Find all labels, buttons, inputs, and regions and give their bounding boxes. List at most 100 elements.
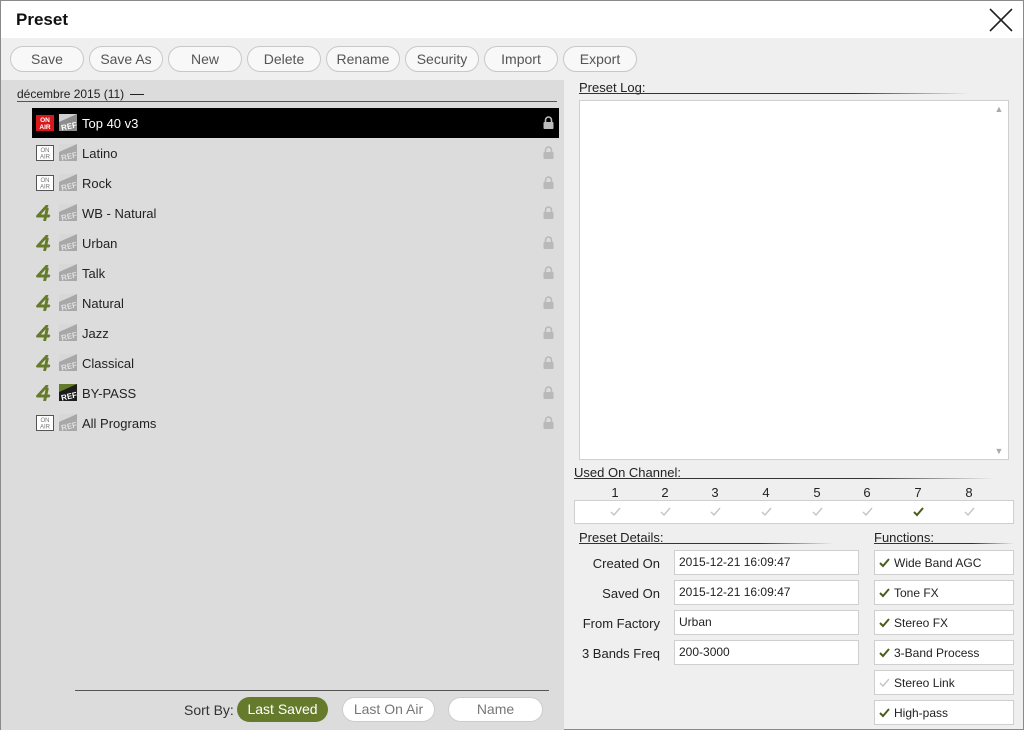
detail-value-field[interactable]: Urban <box>674 610 859 635</box>
reference-icon[interactable]: REF <box>59 384 78 403</box>
channel-check-icon[interactable] <box>705 505 725 517</box>
channel-check-icon[interactable] <box>605 505 625 517</box>
reference-icon[interactable]: REF <box>59 114 78 133</box>
channel-check-icon[interactable] <box>655 505 675 517</box>
preset-row[interactable]: REF Jazz <box>32 318 559 348</box>
preset-name: Natural <box>82 296 124 311</box>
preset-name: Latino <box>82 146 118 161</box>
preset-log-textarea[interactable]: ▲ ▼ <box>579 100 1009 460</box>
channel-check-icon[interactable] <box>807 505 827 517</box>
reference-icon[interactable]: REF <box>59 354 78 373</box>
preset-name: Urban <box>82 236 118 251</box>
lock-icon[interactable] <box>543 296 554 309</box>
preset-row[interactable]: REF BY-PASS <box>32 378 559 408</box>
function-checkbox[interactable]: Tone FX <box>874 580 1014 605</box>
preset-row[interactable]: REF Classical <box>32 348 559 378</box>
reference-icon[interactable]: REF <box>59 234 78 253</box>
lock-icon[interactable] <box>543 416 554 429</box>
function-checkbox[interactable]: Wide Band AGC <box>874 550 1014 575</box>
function-checkbox[interactable]: 3-Band Process <box>874 640 1014 665</box>
preset-row[interactable]: REF Natural <box>32 288 559 318</box>
on-air-inactive-icon: ON AIR <box>36 175 54 191</box>
channel-number: 5 <box>813 485 821 500</box>
reference-icon[interactable]: REF <box>59 264 78 283</box>
channel-check-icon[interactable] <box>857 505 877 517</box>
save-as-button[interactable]: Save As <box>89 46 163 72</box>
function-label: High-pass <box>894 706 949 720</box>
import-button[interactable]: Import <box>484 46 558 72</box>
lock-icon[interactable] <box>543 236 554 249</box>
sort-last-on-air-button[interactable]: Last On Air <box>342 697 435 722</box>
factory-preset-icon <box>36 294 54 312</box>
channel-number: 4 <box>762 485 770 500</box>
scroll-down-icon[interactable]: ▼ <box>994 447 1004 456</box>
lock-icon[interactable] <box>543 356 554 369</box>
divider <box>17 101 557 102</box>
check-icon <box>879 587 890 598</box>
preset-row[interactable]: REF Talk <box>32 258 559 288</box>
save-button[interactable]: Save <box>10 46 84 72</box>
svg-text:ON: ON <box>41 178 50 184</box>
divider <box>579 93 969 94</box>
reference-icon[interactable]: REF <box>59 144 78 163</box>
close-button[interactable] <box>987 6 1015 34</box>
lock-icon[interactable] <box>543 206 554 219</box>
detail-value-field[interactable]: 200-3000 <box>674 640 859 665</box>
rename-button[interactable]: Rename <box>326 46 400 72</box>
lock-icon[interactable] <box>543 326 554 339</box>
delete-button[interactable]: Delete <box>247 46 321 72</box>
lock-icon[interactable] <box>543 266 554 279</box>
channel-check-icon[interactable] <box>756 505 776 517</box>
reference-icon[interactable]: REF <box>59 324 78 343</box>
preset-row[interactable]: ON AIR REF Rock <box>32 168 559 198</box>
channel-check-icon[interactable] <box>908 505 928 517</box>
divider <box>75 690 549 691</box>
preset-name: BY-PASS <box>82 386 137 401</box>
preset-list: ON AIR REF Top 40 v3 ON AIR REF Latino ON AIR REF R… <box>32 108 559 438</box>
function-label: Tone FX <box>894 586 939 600</box>
lock-icon[interactable] <box>543 386 554 399</box>
lock-icon[interactable] <box>543 146 554 159</box>
function-label: 3-Band Process <box>894 646 980 660</box>
divider <box>874 543 1014 544</box>
function-checkbox[interactable]: Stereo FX <box>874 610 1014 635</box>
sort-name-button[interactable]: Name <box>448 697 543 722</box>
preset-row[interactable]: ON AIR REF Latino <box>32 138 559 168</box>
sort-last-saved-button[interactable]: Last Saved <box>237 697 328 722</box>
preset-row[interactable]: REF WB - Natural <box>32 198 559 228</box>
preset-row[interactable]: ON AIR REF All Programs <box>32 408 559 438</box>
function-label: Stereo Link <box>894 676 955 690</box>
preset-name: Rock <box>82 176 112 191</box>
function-label: Wide Band AGC <box>894 556 982 570</box>
lock-icon[interactable] <box>543 116 554 129</box>
svg-text:ON: ON <box>40 117 50 124</box>
export-button[interactable]: Export <box>563 46 637 72</box>
detail-label: From Factory <box>582 616 660 631</box>
detail-value-field[interactable]: 2015-12-21 16:09:47 <box>674 580 859 605</box>
lock-icon[interactable] <box>543 176 554 189</box>
function-checkbox[interactable]: High-pass <box>874 700 1014 725</box>
reference-icon[interactable]: REF <box>59 294 78 313</box>
svg-text:AIR: AIR <box>40 185 51 191</box>
channel-number: 1 <box>611 485 619 500</box>
channel-number: 8 <box>965 485 973 500</box>
channel-check-icon[interactable] <box>959 505 979 517</box>
security-button[interactable]: Security <box>405 46 479 72</box>
preset-row[interactable]: REF Urban <box>32 228 559 258</box>
collapse-icon <box>130 94 145 96</box>
detail-value-field[interactable]: 2015-12-21 16:09:47 <box>674 550 859 575</box>
preset-row[interactable]: ON AIR REF Top 40 v3 <box>32 108 559 138</box>
svg-text:ON: ON <box>41 148 50 154</box>
new-button[interactable]: New <box>168 46 242 72</box>
check-icon <box>879 647 890 658</box>
scroll-up-icon[interactable]: ▲ <box>994 105 1004 114</box>
reference-icon[interactable]: REF <box>59 204 78 223</box>
group-header[interactable]: décembre 2015 (11) <box>17 87 145 101</box>
reference-icon[interactable]: REF <box>59 174 78 193</box>
function-checkbox[interactable]: Stereo Link <box>874 670 1014 695</box>
svg-text:AIR: AIR <box>39 124 51 131</box>
divider <box>579 543 834 544</box>
preset-dialog: Preset Save Save As New Delete Rename Se… <box>0 0 1024 730</box>
reference-icon[interactable]: REF <box>59 414 78 433</box>
preset-name: All Programs <box>82 416 157 431</box>
